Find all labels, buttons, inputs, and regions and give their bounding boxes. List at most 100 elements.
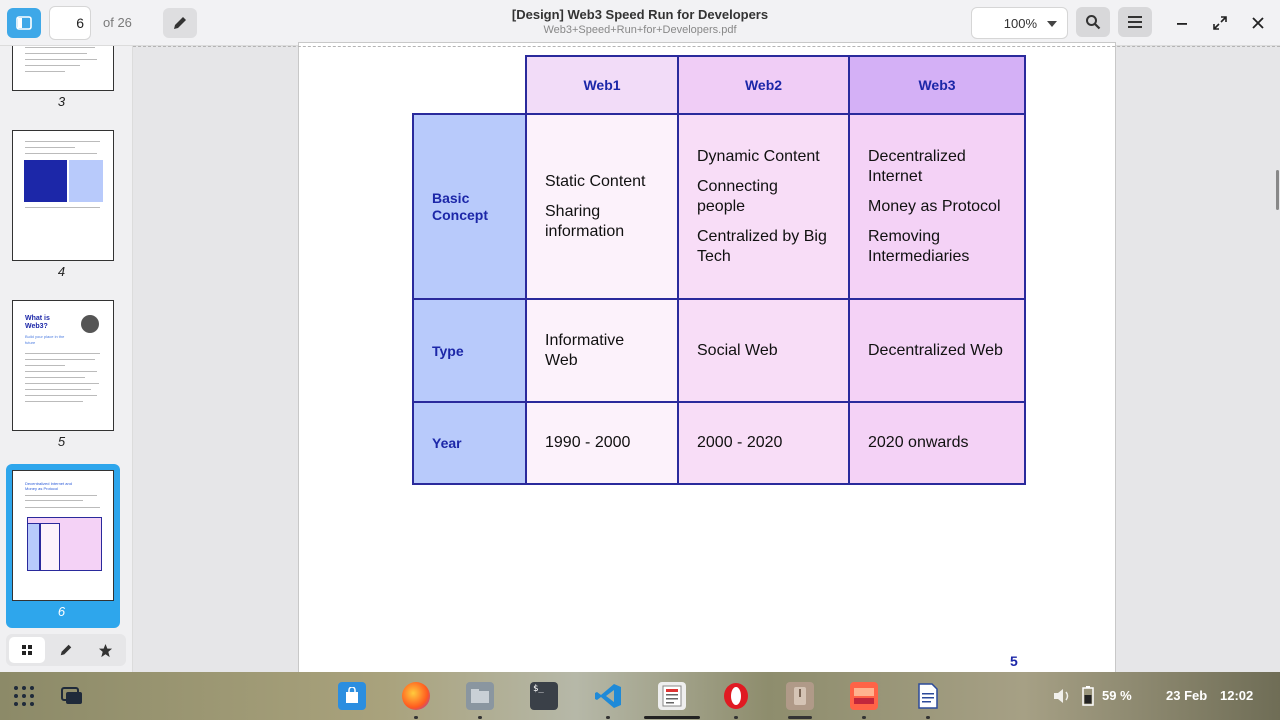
thumbnail-label: 6 (57, 604, 66, 619)
cell-text: 2000 - 2020 (697, 434, 783, 451)
zoom-value: 100% (1003, 16, 1037, 31)
pencil-icon (174, 17, 186, 29)
thumbnails-icon (22, 645, 32, 655)
screenshot-app[interactable] (850, 682, 878, 710)
terminal-icon: $_ (533, 684, 544, 694)
table-cell: 2020 onwards (848, 401, 1026, 485)
thumbnail-title: Decentralized Internet and Money as Prot… (25, 481, 72, 491)
cell-text: Decentralized Web (868, 341, 1003, 359)
page-thumbnail-4[interactable] (12, 130, 114, 261)
clock-time[interactable]: 12:02 (1220, 688, 1253, 703)
page-thumbnail-6[interactable]: Decentralized Internet and Money as Prot… (12, 470, 114, 601)
annotate-button[interactable] (163, 8, 197, 38)
close-button[interactable] (1247, 12, 1269, 34)
firefox-app[interactable] (402, 682, 430, 710)
column-header-web3: Web3 (848, 55, 1026, 115)
pencil-icon (60, 644, 72, 656)
news-app[interactable] (658, 682, 686, 710)
taskbar: $_ 59 % 23 Feb 12:02 (0, 672, 1280, 720)
terminal-app[interactable]: $_ (530, 682, 558, 710)
apps-grid-icon (14, 686, 34, 706)
store-app[interactable] (338, 682, 366, 710)
table-cell: Static Content Sharing information (525, 113, 679, 300)
page-thumbnail-3[interactable] (12, 46, 114, 91)
cell-text: Static Content (545, 172, 646, 190)
row-header-label: Type (432, 342, 464, 359)
cell-text: Removing Intermediaries (868, 227, 970, 265)
tab-bookmarks[interactable] (87, 637, 123, 663)
table-cell: 2000 - 2020 (677, 401, 850, 485)
cell-text: Centralized by Big Tech (697, 227, 827, 265)
thumbnail-title: What is Web3? (25, 315, 50, 330)
row-header-basic-concept: Basic Concept (412, 113, 527, 300)
files-icon (471, 689, 489, 703)
battery-percentage: 59 % (1102, 688, 1132, 703)
volume-icon (1054, 689, 1069, 703)
cell-text: Connecting people (697, 177, 778, 215)
cell-text: Decentralized Internet (868, 147, 966, 185)
table-cell: Decentralized Internet Money as Protocol… (848, 113, 1026, 300)
search-button[interactable] (1076, 7, 1110, 37)
thumbnail-label: 3 (57, 94, 66, 109)
vscode-app[interactable] (594, 682, 622, 710)
page-number: 5 (1010, 653, 1018, 669)
restore-button[interactable] (1209, 12, 1231, 34)
table-cell: 1990 - 2000 (525, 401, 679, 485)
files-app[interactable] (466, 682, 494, 710)
tab-annotations[interactable] (48, 637, 84, 663)
news-icon (662, 685, 682, 707)
opera-icon (724, 683, 748, 709)
archive-app[interactable] (786, 682, 814, 710)
row-header-label: Basic Concept (432, 189, 488, 223)
sidebar-toggle-button[interactable] (7, 8, 41, 38)
table-cell: Informative Web (525, 298, 679, 403)
page-total: of 26 (103, 15, 132, 30)
cell-text: Sharing information (545, 202, 625, 240)
search-icon (1086, 15, 1101, 30)
store-icon (346, 687, 358, 703)
thumbnail-sidebar: 3 4 What is Web3? Build your place in th… (0, 46, 133, 672)
page-thumbnail-5[interactable]: What is Web3? Build your place in the fu… (12, 300, 114, 431)
windows-icon (61, 687, 82, 704)
restore-icon (1213, 16, 1227, 30)
tab-thumbnails[interactable] (9, 637, 45, 663)
volume-button[interactable] (1050, 684, 1074, 708)
main-menu-button[interactable] (1118, 7, 1152, 37)
column-header-web1: Web1 (525, 55, 679, 115)
page-break-divider (133, 46, 1280, 47)
document-title-block: [Design] Web3 Speed Run for Developers W… (440, 7, 840, 36)
table-cell: Social Web (677, 298, 850, 403)
row-header-label: Year (432, 435, 462, 451)
windows-overview-button[interactable] (58, 682, 86, 710)
opera-app[interactable] (722, 682, 750, 710)
document-view[interactable]: Web1 Web2 Web3 Basic Concept Static Cont… (133, 42, 1280, 682)
document-viewer-icon (918, 683, 938, 709)
apps-grid-button[interactable] (10, 682, 38, 710)
chevron-down-icon (1047, 21, 1057, 27)
page-number-input[interactable]: 6 (49, 6, 91, 40)
document-viewer-app[interactable] (914, 682, 942, 710)
cell-text: Informative Web (545, 331, 625, 369)
vertical-scrollbar[interactable] (1276, 170, 1279, 210)
close-icon (1252, 17, 1264, 29)
zoom-select[interactable]: 100% (971, 7, 1068, 39)
battery-icon (1082, 686, 1094, 706)
title-bar: 6 of 26 [Design] Web3 Speed Run for Deve… (0, 0, 1280, 46)
clock-date: 23 Feb (1166, 688, 1208, 703)
column-header-web2: Web2 (677, 55, 850, 115)
document-filename: Web3+Speed+Run+for+Developers.pdf (543, 24, 737, 36)
battery-indicator[interactable] (1080, 685, 1096, 707)
cell-text: Social Web (697, 341, 778, 359)
thumbnail-label: 5 (57, 434, 66, 449)
minimize-button[interactable] (1171, 12, 1193, 34)
minimize-icon (1177, 23, 1187, 25)
row-header-type: Type (412, 298, 527, 403)
cell-text: 2020 onwards (868, 434, 969, 451)
star-icon (98, 643, 112, 657)
row-header-year: Year (412, 401, 527, 485)
sidebar-icon (16, 16, 32, 30)
screenshot-icon (854, 688, 874, 704)
vscode-icon (595, 684, 621, 708)
cell-text: Money as Protocol (868, 197, 1001, 215)
sidebar-tab-bar (6, 634, 126, 666)
